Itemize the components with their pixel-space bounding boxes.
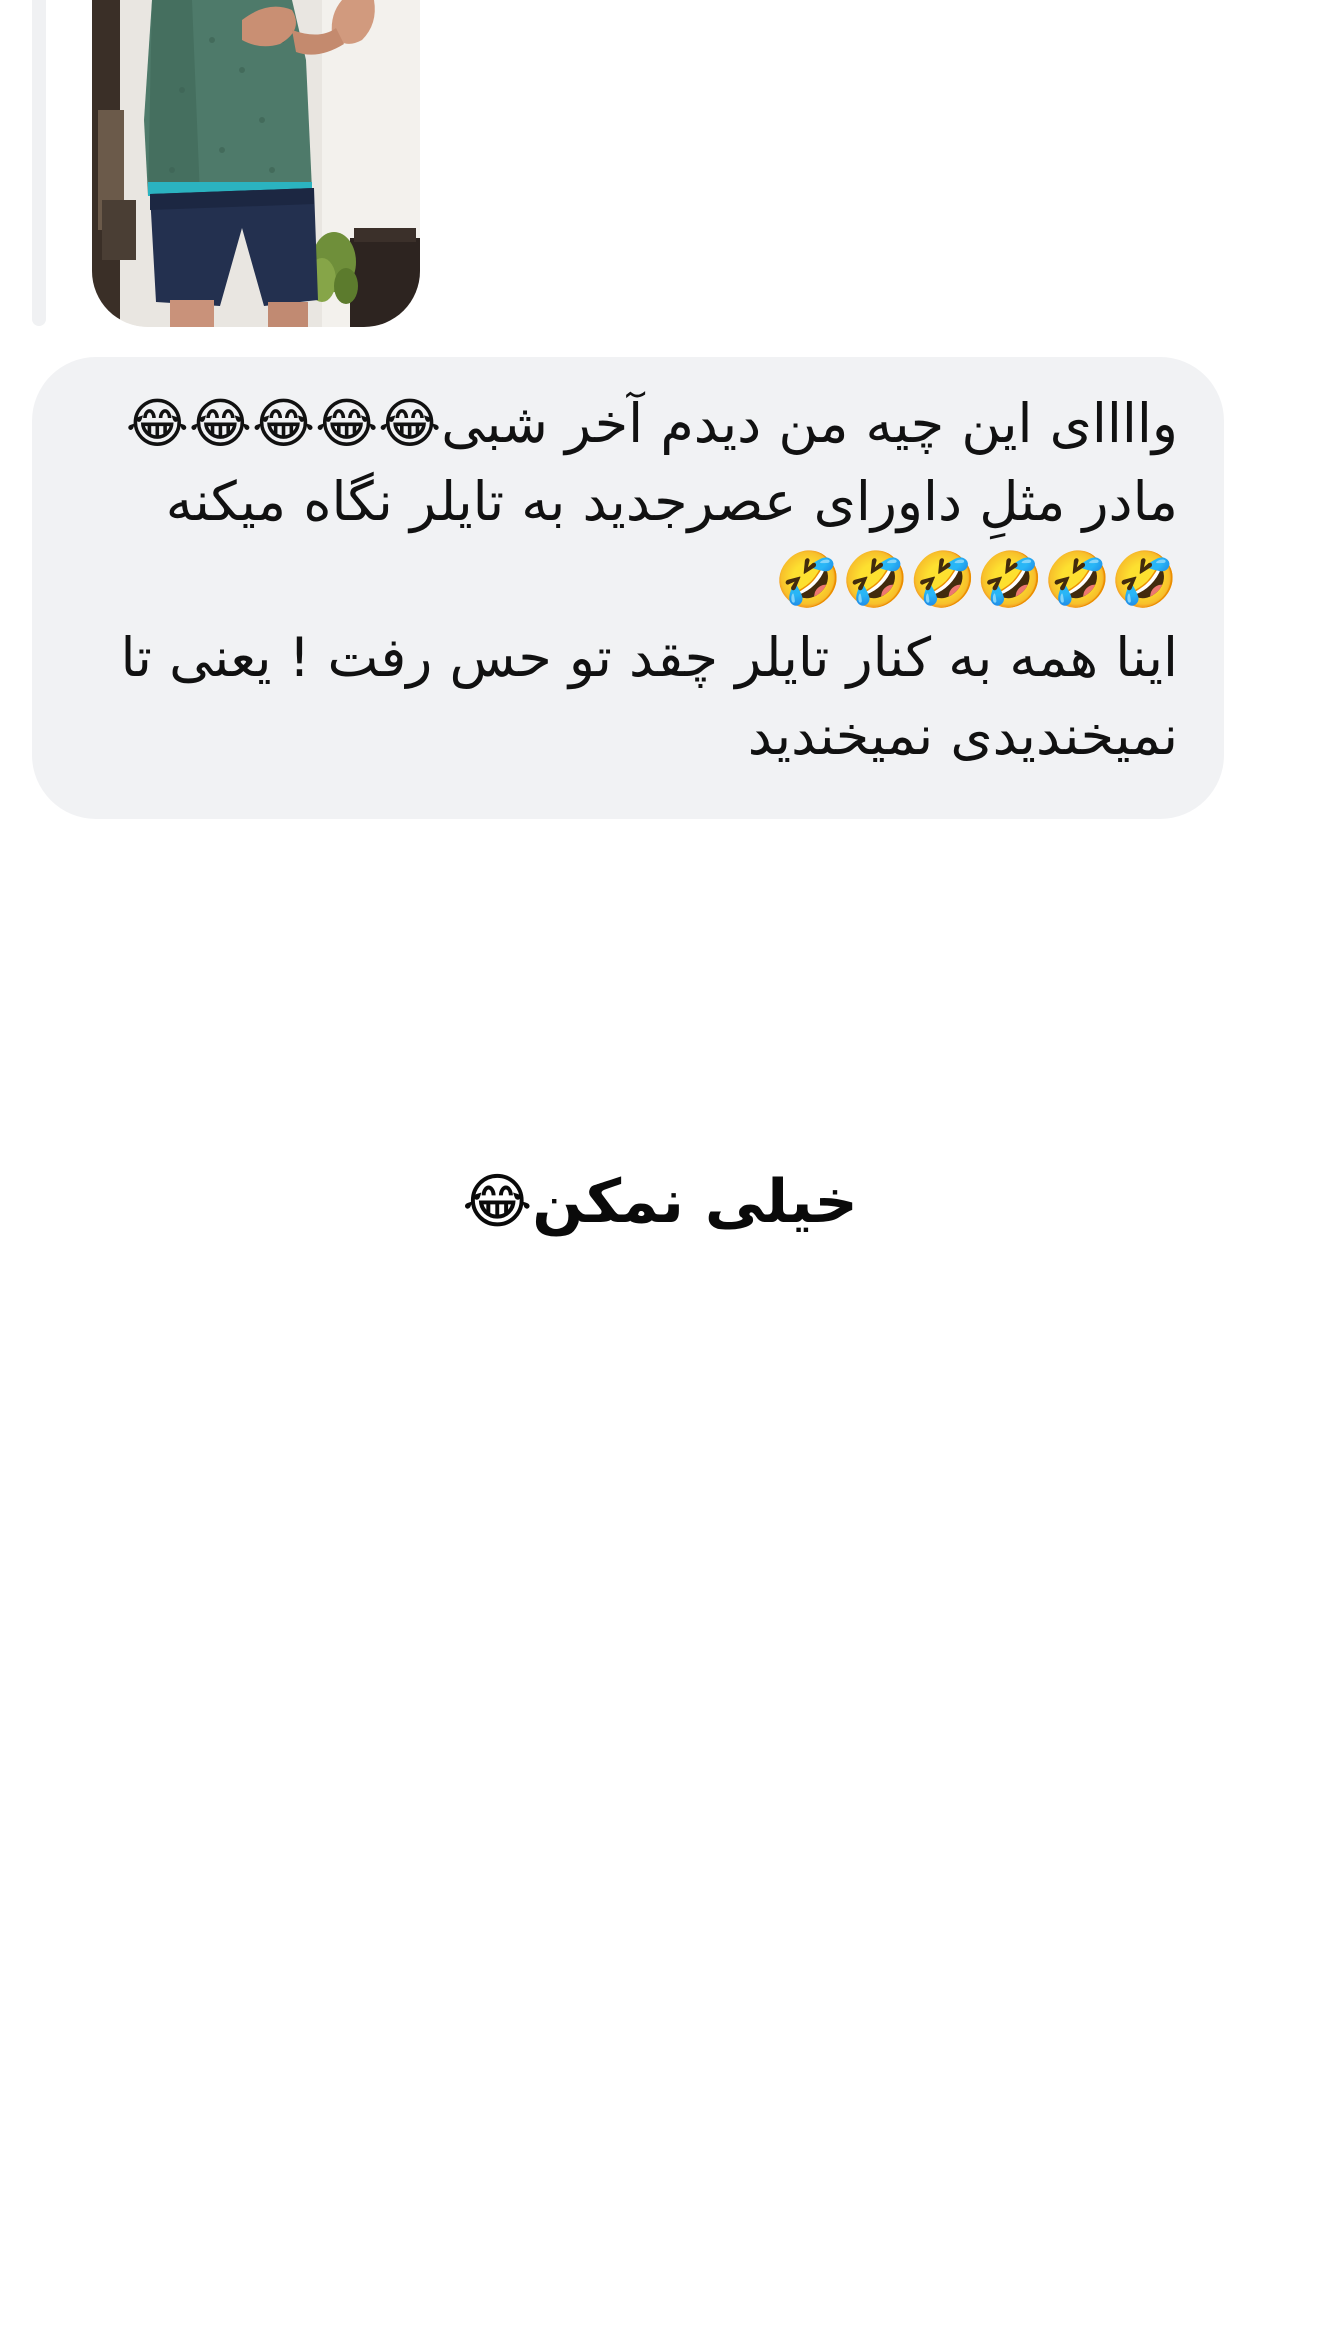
shared-video-thumbnail[interactable] (92, 0, 420, 327)
message-line-3: 🤣🤣🤣🤣🤣🤣 (774, 548, 1178, 611)
message-text: وااااى اين چيه من ديدم آخر شبى😂😂😂😂😂 مادر… (76, 385, 1178, 775)
reply-indicator-bar (32, 0, 46, 326)
message-line-2: مادر مثلِ داوراى عصرجديد به تايلر نگاه م… (165, 470, 1178, 533)
conversation-screen: وااااى اين چيه من ديدم آخر شبى😂😂😂😂😂 مادر… (0, 0, 1320, 2346)
message-line-1: وااااى اين چيه من ديدم آخر شبى😂😂😂😂😂 (125, 392, 1178, 455)
message-bubble[interactable]: وااااى اين چيه من ديدم آخر شبى😂😂😂😂😂 مادر… (32, 357, 1224, 819)
caption-text: خیلی نمکن😂 (462, 1167, 858, 1237)
message-line-4: اينا همه به كنار تايلر چقد تو حس رفت ! ي… (120, 626, 1178, 689)
video-thumbnail-image (92, 0, 420, 327)
message-line-5: نميخنديدى نميخنديد (747, 704, 1178, 767)
